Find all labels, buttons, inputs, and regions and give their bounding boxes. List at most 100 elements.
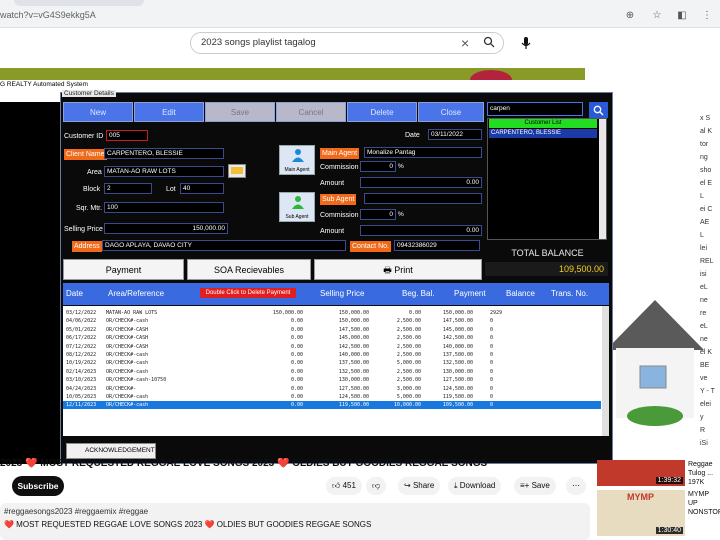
cell-balance: 147,500.00: [442, 318, 473, 325]
translate-icon[interactable]: ⊕: [623, 11, 637, 21]
cell-selling-price: 0.00: [290, 343, 303, 350]
ledger-row[interactable]: 07/12/2022 OR/CHECK#-CASH 0.00 142,500.00 2,…: [63, 343, 601, 351]
star-icon[interactable]: ☆: [650, 11, 664, 21]
printer-icon: 🖶: [383, 265, 395, 275]
amount-main-label: Amount: [320, 180, 345, 187]
col-trans-no[interactable]: Trans. No.: [551, 289, 588, 298]
area-lookup-icon[interactable]: [228, 164, 246, 178]
col-date[interactable]: Date: [66, 289, 83, 298]
col-area-reference[interactable]: Area/Reference: [108, 289, 164, 298]
recommendation-snippet: ng: [700, 154, 708, 161]
recommendation-snippets[interactable]: x S al K tor ng sho el E Lei C AE Llei REL isi eL ne…: [700, 112, 720, 450]
download-label: Download: [459, 481, 496, 490]
ledger-row[interactable]: 06/17/2022 OR/CHECK#-CASH 0.00 145,000.00 2,…: [63, 334, 601, 342]
save-button[interactable]: Save: [205, 102, 275, 122]
customer-search-input[interactable]: carpen: [487, 102, 583, 116]
recommendation-thumbnail[interactable]: MYMP 1:30:40: [597, 490, 685, 536]
ledger-row[interactable]: 08/12/2022 OR/CHECK#-cash 0.00 140,000.00 2,…: [63, 351, 601, 359]
cancel-button[interactable]: Cancel: [276, 102, 346, 122]
selling-price-field[interactable]: 150,000.00: [104, 223, 228, 234]
app-titlebar: [0, 80, 613, 90]
ledger-row[interactable]: 03/12/2022 MATAN-AO RAW LOTS 150,000.00 150…: [63, 309, 601, 317]
commission-main-field[interactable]: 0: [360, 161, 396, 172]
sub-agent-button[interactable]: Sub Agent: [279, 192, 315, 222]
col-balance[interactable]: Balance: [506, 289, 535, 298]
customer-list-scrollbar[interactable]: [599, 119, 606, 239]
customer-search-button[interactable]: [589, 102, 608, 118]
video-description-text: ❤️ MOST REQUESTED REGGAE LOVE SONGS 2023…: [4, 520, 372, 529]
acknowledgement-button[interactable]: ACKNOWLEDGEMENT: [66, 443, 156, 459]
cell-balance: 109,500.00: [442, 402, 473, 409]
main-agent-button[interactable]: Main Agent: [279, 145, 315, 175]
customer-list-item[interactable]: CARPENTERO, BLESSIE: [489, 129, 597, 138]
close-button[interactable]: Close: [418, 102, 484, 122]
save-label: Save: [531, 481, 550, 490]
cell-date: 10/19/2022: [66, 360, 97, 367]
ledger-row[interactable]: 05/01/2022 OR/CHECK#-CASH 0.00 147,500.00 2,…: [63, 326, 601, 334]
ledger-row[interactable]: 10/19/2022 OR/CHECK#-cash 0.00 137,500.00 5,…: [63, 359, 601, 367]
print-button[interactable]: 🖶 Print: [314, 259, 482, 280]
like-button[interactable]: 👍︎ 451: [326, 477, 362, 495]
recommendation-title[interactable]: Reggae Tulog ... 197K views: [688, 460, 720, 486]
cell-beg-bal: 127,500.00: [338, 385, 369, 392]
cell-selling-price: 0.00: [290, 394, 303, 400]
customer-list-header: Customer List: [489, 119, 597, 128]
address-field[interactable]: DAGO APLAYA, DAVAO CITY: [102, 240, 346, 251]
download-button[interactable]: ⤓ Download: [448, 477, 502, 495]
commission-sub-field[interactable]: 0: [360, 209, 396, 220]
address-bar-url[interactable]: watch?v=vG4S9ekkg5A: [0, 10, 96, 20]
ledger-row[interactable]: 02/14/2023 OR/CHECK#-cash 0.00 132,500.00 2,…: [63, 368, 601, 376]
share-button[interactable]: ↪ Share: [398, 477, 441, 495]
cell-trans-no: 0: [490, 352, 494, 358]
share-icon: ↪: [404, 481, 413, 490]
sqm-field[interactable]: 100: [104, 202, 224, 213]
recommendation-thumbnail[interactable]: 1:39:32: [597, 460, 685, 486]
microphone-icon[interactable]: [518, 35, 534, 51]
ledger-row[interactable]: 04/06/2022 OR/CHECK#-cash 0.00 150,000.00 2,…: [63, 317, 601, 325]
save-video-button[interactable]: ≡+ Save: [514, 477, 556, 495]
cell-beg-bal: 150,000.00: [338, 310, 369, 316]
clear-search-icon[interactable]: ×: [461, 35, 469, 51]
cell-payment: 10,000.00: [393, 402, 421, 409]
payment-button[interactable]: Payment: [63, 259, 184, 280]
video-hashtags[interactable]: #reggaesongs2023 #reggaemix #reggae: [4, 507, 148, 516]
menu-item-actors[interactable]: actors: [0, 101, 20, 110]
customer-id-field[interactable]: 005: [106, 130, 148, 141]
ledger-row[interactable]: 04/24/2023 OR/CHECK#- 0.00 127,500.00 3,000.…: [63, 385, 601, 393]
delete-button[interactable]: Delete: [347, 102, 417, 122]
search-input[interactable]: 2023 songs playlist tagalog: [201, 37, 316, 48]
col-payment[interactable]: Payment: [454, 289, 486, 298]
extensions-icon[interactable]: ◧: [675, 11, 689, 21]
recommendation-snippet: Y - T: [700, 388, 715, 395]
search-icon[interactable]: [483, 36, 495, 48]
recommendation-title[interactable]: MYMP UP NONSTOP: [688, 490, 720, 526]
ledger-scrollbar[interactable]: [602, 306, 609, 436]
block-field[interactable]: 2: [104, 183, 152, 194]
ledger-row[interactable]: 12/11/2023 OR/CHECK#-cash 0.00 119,500.00 10…: [63, 401, 601, 410]
soa-receivables-button[interactable]: SOA Recievables: [187, 259, 311, 280]
col-beg-bal[interactable]: Beg. Bal.: [402, 289, 434, 298]
ledger-row[interactable]: 10/05/2023 OR/CHECK#-cash 0.00 124,500.00 5,…: [63, 393, 601, 401]
cell-payment: 0.00: [408, 310, 421, 316]
cell-trans-no: 0: [490, 343, 494, 350]
sub-agent-field[interactable]: [364, 193, 482, 204]
area-field[interactable]: MATAN-AO RAW LOTS: [104, 166, 224, 177]
amount-sub-field[interactable]: 0.00: [360, 225, 482, 236]
youtube-search-bar[interactable]: 2023 songs playlist tagalog ×: [190, 32, 504, 54]
menu-dots-icon[interactable]: ⋮: [700, 11, 714, 21]
more-button[interactable]: ⋯: [566, 477, 586, 495]
dislike-button[interactable]: 👎︎: [366, 477, 387, 495]
lot-field[interactable]: 40: [180, 183, 224, 194]
recommendation-snippet: ne: [700, 297, 708, 304]
browser-tab[interactable]: [14, 0, 144, 6]
amount-main-field[interactable]: 0.00: [360, 177, 482, 188]
date-field[interactable]: 03/11/2022: [428, 129, 482, 140]
client-name-field[interactable]: CARPENTERO, BLESSIE: [104, 148, 224, 159]
subscribe-button[interactable]: Subscribe: [12, 476, 64, 496]
main-agent-field[interactable]: Monalize Pantag: [364, 147, 482, 158]
contact-field[interactable]: 09432386029: [394, 240, 480, 251]
edit-button[interactable]: Edit: [134, 102, 204, 122]
new-button[interactable]: New: [63, 102, 133, 122]
ledger-row[interactable]: 03/10/2023 OR/CHECK#-cash-10750 0.00 130,00…: [63, 376, 601, 384]
col-selling-price[interactable]: Selling Price: [320, 289, 364, 298]
